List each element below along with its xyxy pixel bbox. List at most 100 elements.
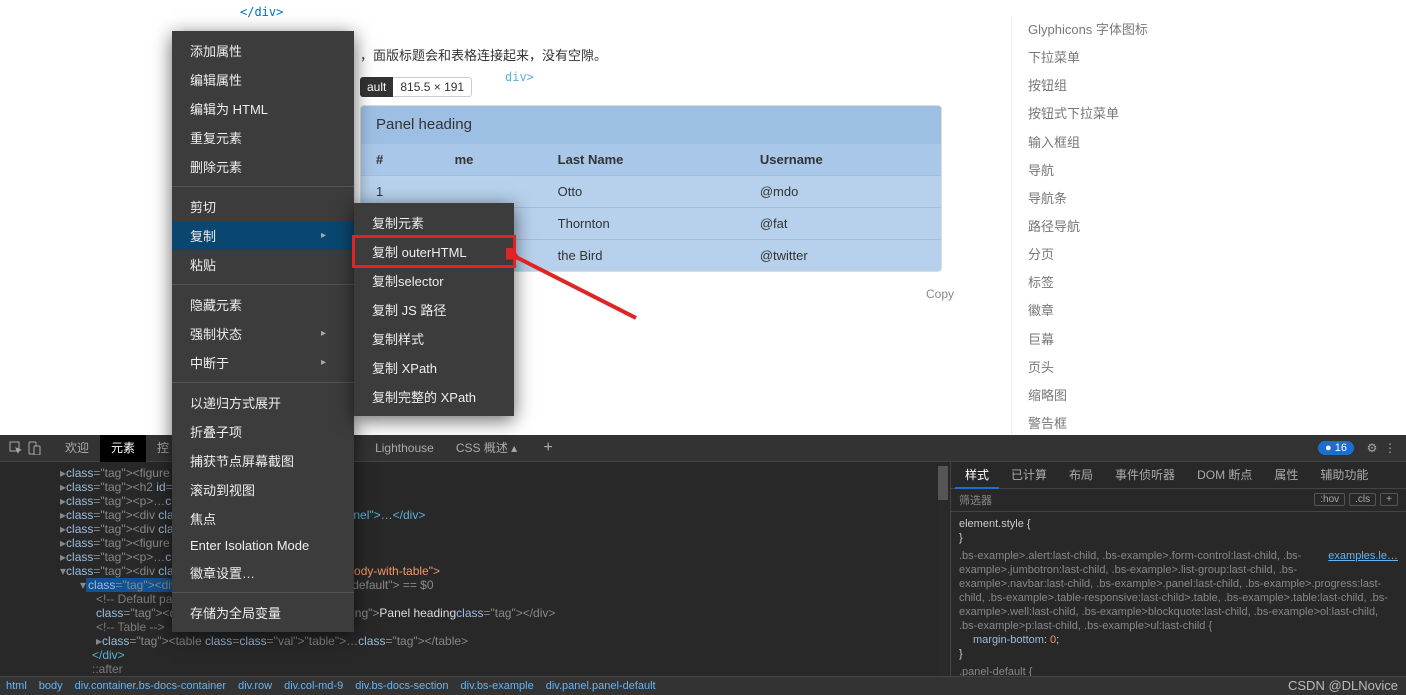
menu-item[interactable]: 捕获节点屏幕截图 xyxy=(172,446,354,475)
menu-item[interactable]: 折叠子项 xyxy=(172,417,354,446)
sidebar-item[interactable]: 输入框组 xyxy=(1028,129,1406,157)
table-cell: @fat xyxy=(745,208,941,240)
table-cell: the Bird xyxy=(543,240,745,272)
rule-close: } xyxy=(959,647,1398,661)
sidebar-item[interactable]: 下拉菜单 xyxy=(1028,44,1406,72)
menu-item[interactable]: 焦点 xyxy=(172,504,354,533)
chevron-right-icon: ▸ xyxy=(321,328,326,339)
breadcrumb-item[interactable]: div.panel.panel-default xyxy=(546,680,656,692)
cls-toggle[interactable]: .cls xyxy=(1349,493,1376,506)
breadcrumb-item[interactable]: body xyxy=(39,680,63,692)
inspect-icon[interactable] xyxy=(8,440,24,456)
breadcrumb[interactable]: html body div.container.bs-docs-container d… xyxy=(0,676,1406,695)
devtools-tab[interactable]: Lighthouse xyxy=(364,435,445,462)
menu-item[interactable]: 粘贴 xyxy=(172,250,354,279)
menu-item[interactable]: 滚动到视图 xyxy=(172,475,354,504)
table-header: me xyxy=(440,144,543,176)
menu-item[interactable]: 复制selector xyxy=(354,266,514,295)
sidebar-item[interactable]: 缩略图 xyxy=(1028,382,1406,410)
gear-icon[interactable]: ⚙ xyxy=(1364,440,1380,456)
kebab-icon[interactable]: ⋮ xyxy=(1382,440,1398,456)
sidebar-item[interactable]: 按钮组 xyxy=(1028,72,1406,100)
table-cell: Thornton xyxy=(543,208,745,240)
new-rule-icon[interactable]: + xyxy=(1380,493,1398,506)
breadcrumb-item[interactable]: div.bs-docs-section xyxy=(355,680,448,692)
menu-item[interactable]: 复制样式 xyxy=(354,324,514,353)
rule-selector[interactable]: .panel-default { xyxy=(959,665,1398,676)
menu-item[interactable]: 中断于▸ xyxy=(172,348,354,377)
styles-tab[interactable]: 布局 xyxy=(1059,462,1103,489)
device-icon[interactable] xyxy=(26,440,42,456)
table-cell: Otto xyxy=(543,176,745,208)
scrollbar[interactable] xyxy=(938,466,948,676)
table-cell: @mdo xyxy=(745,176,941,208)
sidebar-item[interactable]: 分页 xyxy=(1028,241,1406,269)
css-rules[interactable]: element.style { } examples.le….bs-exampl… xyxy=(951,512,1406,676)
sidebar-item[interactable]: 标签 xyxy=(1028,269,1406,297)
styles-tab[interactable]: 事件侦听器 xyxy=(1105,462,1185,489)
sidebar-item[interactable]: 导航条 xyxy=(1028,185,1406,213)
breadcrumb-item[interactable]: div.row xyxy=(238,680,272,692)
menu-item[interactable]: 剪切 xyxy=(172,192,354,221)
menu-item[interactable]: 以递归方式展开 xyxy=(172,388,354,417)
styles-tab[interactable]: 样式 xyxy=(955,462,999,489)
menu-item[interactable]: 重复元素 xyxy=(172,123,354,152)
issues-badge[interactable]: ● 16 xyxy=(1318,441,1354,455)
sidebar-item[interactable]: 导航 xyxy=(1028,157,1406,185)
context-menu-copy[interactable]: 复制元素复制 outerHTML复制selector复制 JS 路径复制样式复制… xyxy=(354,203,514,416)
styles-tab[interactable]: 属性 xyxy=(1264,462,1308,489)
breadcrumb-item[interactable]: div.container.bs-docs-container xyxy=(75,680,226,692)
menu-item[interactable]: 复制 XPath xyxy=(354,353,514,382)
menu-item[interactable]: 复制完整的 XPath xyxy=(354,382,514,411)
elements-line[interactable]: ▸class="tag"><table class=class="val">"t… xyxy=(46,634,950,648)
elements-line[interactable]: ::after xyxy=(46,662,950,676)
devtools-tab[interactable]: 欢迎 xyxy=(54,435,100,462)
sidebar-item[interactable]: 按钮式下拉菜单 xyxy=(1028,100,1406,128)
sidebar-item[interactable]: Glyphicons 字体图标 xyxy=(1028,16,1406,44)
sidebar-item[interactable]: 路径导航 xyxy=(1028,213,1406,241)
source-link[interactable]: examples.le… xyxy=(1328,549,1398,563)
styles-tab[interactable]: 已计算 xyxy=(1001,462,1057,489)
menu-item[interactable]: 存储为全局变量 xyxy=(172,598,354,627)
menu-item[interactable]: 编辑属性 xyxy=(172,65,354,94)
sidebar-item[interactable]: 警告框 xyxy=(1028,410,1406,435)
elements-tree[interactable]: ▸class="tag"><figure class= …▸class="tag… xyxy=(0,462,950,676)
menu-item[interactable]: 编辑为 HTML xyxy=(172,94,354,123)
menu-item[interactable]: 删除元素 xyxy=(172,152,354,181)
elements-line[interactable]: </div> xyxy=(46,648,950,662)
menu-item[interactable]: 隐藏元素 xyxy=(172,290,354,319)
styles-pane[interactable]: 样式已计算布局事件侦听器DOM 断点属性辅助功能 筛选器 :hov .cls +… xyxy=(950,462,1406,676)
sidebar-item[interactable]: 徽章 xyxy=(1028,297,1406,325)
plus-icon[interactable]: + xyxy=(540,440,556,456)
styles-tab[interactable]: 辅助功能 xyxy=(1310,462,1378,489)
menu-item[interactable]: 复制▸ xyxy=(172,221,354,250)
devtools-tab[interactable]: 元素 xyxy=(100,435,146,462)
menu-item[interactable]: 强制状态▸ xyxy=(172,319,354,348)
menu-item[interactable]: 复制 JS 路径 xyxy=(354,295,514,324)
menu-item[interactable]: 复制 outerHTML xyxy=(354,237,514,266)
menu-item[interactable]: 复制元素 xyxy=(354,208,514,237)
styles-tab[interactable]: DOM 断点 xyxy=(1187,462,1262,489)
devtools-tab[interactable]: CSS 概述 ▴ xyxy=(445,435,528,462)
menu-item[interactable]: Enter Isolation Mode xyxy=(172,533,354,558)
copy-link[interactable]: Copy xyxy=(926,287,954,301)
description-text: ，面版标题会和表格连接起来，没有空隙。 xyxy=(360,45,607,64)
hov-toggle[interactable]: :hov xyxy=(1314,493,1345,506)
context-menu-main[interactable]: 添加属性编辑属性编辑为 HTML重复元素删除元素剪切复制▸粘贴隐藏元素强制状态▸… xyxy=(172,31,354,632)
menu-item[interactable]: 徽章设置… xyxy=(172,558,354,587)
styles-filter-bar[interactable]: 筛选器 :hov .cls + xyxy=(951,489,1406,512)
breadcrumb-item[interactable]: div.bs-example xyxy=(461,680,534,692)
rule-selector[interactable]: .bs-example>.alert:last-child, .bs-examp… xyxy=(959,550,1388,632)
styles-tabbar[interactable]: 样式已计算布局事件侦听器DOM 断点属性辅助功能 xyxy=(951,462,1406,489)
sidebar-item[interactable]: 巨幕 xyxy=(1028,326,1406,354)
code-fragment: </div> xyxy=(240,5,283,19)
css-declaration[interactable]: margin-bottom: 0; xyxy=(959,633,1398,647)
rule-selector[interactable]: element.style { xyxy=(959,517,1398,531)
menu-item[interactable]: 添加属性 xyxy=(172,36,354,65)
breadcrumb-item[interactable]: html xyxy=(6,680,27,692)
sidebar-item[interactable]: 页头 xyxy=(1028,354,1406,382)
breadcrumb-item[interactable]: div.col-md-9 xyxy=(284,680,343,692)
filter-input[interactable]: 筛选器 xyxy=(959,492,1310,508)
scrollbar-thumb[interactable] xyxy=(938,466,948,500)
docs-sidebar[interactable]: Glyphicons 字体图标下拉菜单按钮组按钮式下拉菜单输入框组导航导航条路径… xyxy=(1011,16,1406,435)
